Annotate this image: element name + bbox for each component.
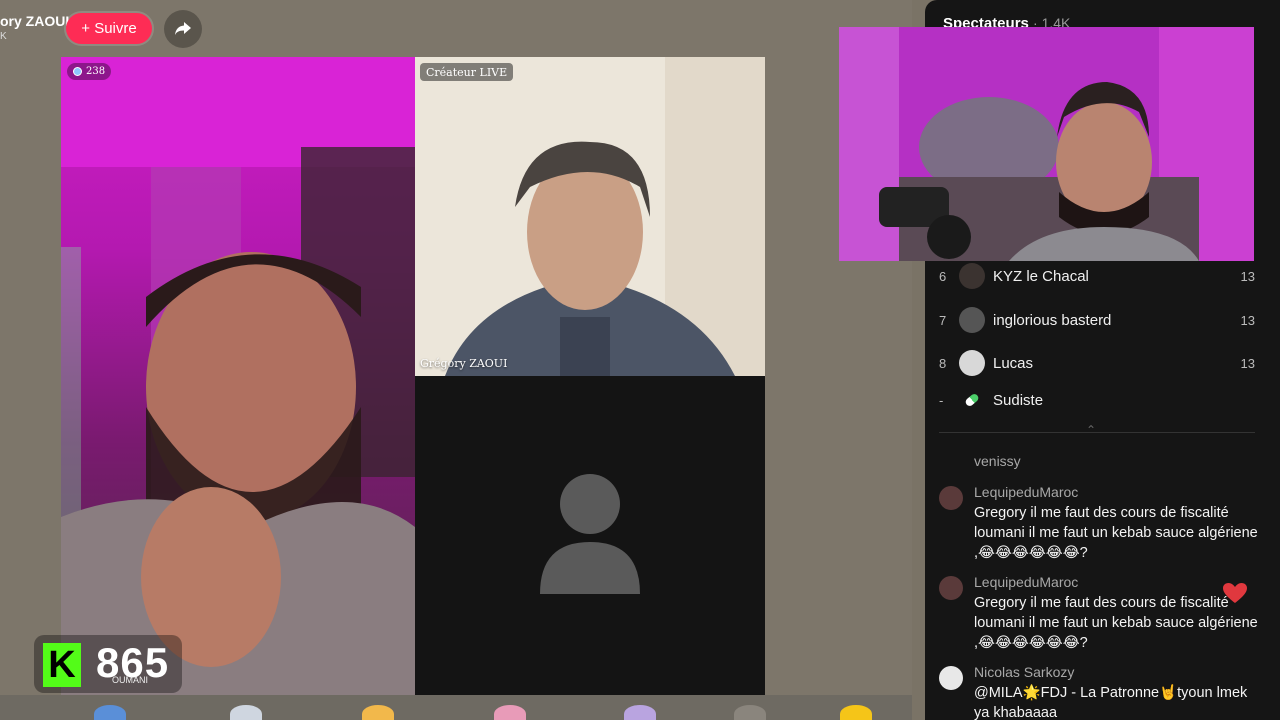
avatar[interactable]	[939, 576, 963, 600]
section-divider	[939, 432, 1255, 433]
viewer-score: 13	[1240, 312, 1255, 328]
viewer-row[interactable]: 7 inglorious basterd 13	[939, 302, 1255, 338]
viewer-row[interactable]: 6 KYZ le Chacal 13	[939, 258, 1255, 294]
streamer-webcam	[839, 27, 1254, 261]
top-bar: ory ZAOUI K + Suivre	[0, 0, 912, 56]
viewer-rank: -	[939, 392, 944, 408]
host-subtitle: K	[0, 31, 7, 42]
viewer-score: 13	[1240, 268, 1255, 284]
viewer-row[interactable]: - Sudiste	[939, 382, 1255, 418]
avatar[interactable]	[939, 486, 963, 510]
creator-video-tile[interactable]: Créateur LIVE Grégory ZAOUI	[415, 57, 765, 376]
viewer-name: KYZ le Chacal	[993, 267, 1089, 285]
viewer-name: Sudiste	[993, 391, 1044, 409]
viewer-row[interactable]: 8 Lucas 13	[939, 345, 1255, 381]
guest-video-tile[interactable]: 238	[61, 57, 415, 695]
viewer-name: Lucas	[993, 354, 1034, 372]
gift-icon[interactable]	[840, 705, 872, 720]
viewer-score: 13	[1240, 355, 1255, 371]
chat-username[interactable]: LequipeduMaroc	[974, 484, 1078, 500]
live-stage: ory ZAOUI K + Suivre 238 Créateur LIVE G…	[0, 0, 912, 720]
kick-logo-icon: K	[43, 643, 81, 687]
viewer-rank: 8	[939, 355, 947, 371]
viewer-count-badge: 238	[67, 63, 112, 80]
gift-icon[interactable]	[94, 705, 126, 720]
creator-live-badge: Créateur LIVE	[420, 63, 514, 81]
kick-viewer-counter: K 865 OUMANI	[34, 635, 182, 693]
webcam-video	[839, 27, 1254, 261]
chat-message: LequipeduMaroc Gregory il me faut des co…	[939, 484, 1258, 564]
follow-button[interactable]: + Suivre	[66, 13, 152, 44]
chat-partial-user: venissy	[974, 453, 1021, 469]
share-button[interactable]	[164, 10, 202, 48]
chat-username[interactable]: Nicolas Sarkozy	[974, 664, 1074, 680]
avatar	[959, 263, 985, 289]
creator-video	[415, 57, 765, 376]
creator-name-label: Grégory ZAOUI	[420, 357, 508, 370]
avatar	[959, 307, 985, 333]
kick-under-label: OUMANI	[112, 675, 148, 685]
viewer-rank: 6	[939, 268, 947, 284]
viewer-count: 238	[86, 66, 106, 77]
share-icon	[175, 22, 191, 35]
gift-icon[interactable]	[362, 705, 394, 720]
empty-guest-tile[interactable]	[415, 376, 765, 695]
viewer-rank: 7	[939, 312, 947, 328]
gift-icon[interactable]	[494, 705, 526, 720]
person-placeholder-icon	[540, 474, 640, 594]
eye-icon	[73, 67, 82, 76]
chat-text: Gregory il me faut des cours de fiscalit…	[974, 595, 1258, 651]
gift-bar	[0, 695, 912, 720]
gift-icon[interactable]	[734, 705, 766, 720]
chat-message: Nicolas Sarkozy @MILA🌟FDJ - La Patronne🤘…	[939, 664, 1255, 720]
heart-icon	[1223, 583, 1247, 603]
guest-video	[61, 57, 415, 695]
gift-icon[interactable]	[624, 705, 656, 720]
chat-text: @MILA🌟FDJ - La Patronne🤘tyoun lmek ya kh…	[974, 685, 1248, 720]
host-name[interactable]: ory ZAOUI	[0, 13, 69, 29]
avatar	[959, 350, 985, 376]
chat-text: Gregory il me faut des cours de fiscalit…	[974, 505, 1258, 561]
chat-username[interactable]: LequipeduMaroc	[974, 574, 1078, 590]
gift-icon[interactable]	[230, 705, 262, 720]
viewer-name: inglorious basterd	[993, 311, 1112, 329]
avatar[interactable]	[939, 666, 963, 690]
chevron-up-icon[interactable]: ⌃	[1086, 423, 1096, 437]
pill-icon	[959, 387, 985, 413]
chat-message: LequipeduMaroc Gregory il me faut des co…	[939, 574, 1258, 654]
